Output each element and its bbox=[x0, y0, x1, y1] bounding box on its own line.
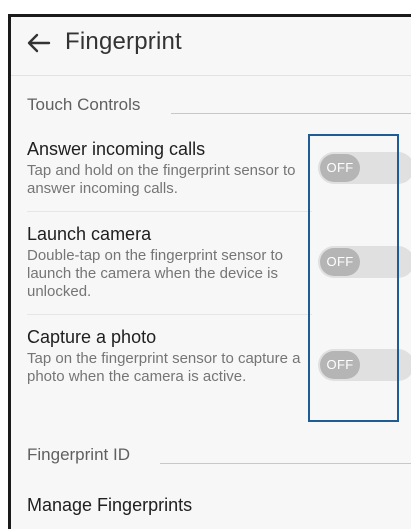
toggle-state-label: OFF bbox=[320, 154, 360, 182]
setting-title: Launch camera bbox=[27, 224, 152, 244]
divider bbox=[27, 211, 312, 212]
section-rule bbox=[171, 113, 411, 114]
setting-launch-camera[interactable]: Launch camera Double-tap on the fingerpr… bbox=[27, 223, 312, 301]
setting-capture-photo[interactable]: Capture a photo Tap on the fingerprint s… bbox=[27, 326, 312, 386]
manage-fingerprints-item[interactable]: Manage Fingerprints bbox=[27, 495, 192, 516]
back-arrow-icon[interactable] bbox=[25, 29, 53, 57]
settings-screen: Fingerprint Touch Controls Answer incomi… bbox=[8, 14, 411, 529]
divider bbox=[27, 314, 312, 315]
toggle-state-label: OFF bbox=[320, 351, 360, 379]
page-title: Fingerprint bbox=[65, 28, 182, 55]
setting-answer-incoming-calls[interactable]: Answer incoming calls Tap and hold on th… bbox=[27, 138, 312, 198]
answer-calls-toggle[interactable]: OFF bbox=[318, 152, 411, 184]
section-header-touch-controls: Touch Controls bbox=[27, 95, 141, 114]
setting-description: Tap on the fingerprint sensor to capture… bbox=[27, 350, 301, 385]
setting-description: Double-tap on the fingerprint sensor to … bbox=[27, 247, 283, 300]
section-header-fingerprint-id: Fingerprint ID bbox=[27, 445, 130, 464]
launch-camera-toggle[interactable]: OFF bbox=[318, 246, 411, 278]
app-bar: Fingerprint bbox=[11, 17, 411, 76]
setting-description: Tap and hold on the fingerprint sensor t… bbox=[27, 162, 296, 197]
setting-title: Answer incoming calls bbox=[27, 139, 206, 159]
capture-photo-toggle[interactable]: OFF bbox=[318, 349, 411, 381]
setting-title: Capture a photo bbox=[27, 327, 157, 347]
toggle-state-label: OFF bbox=[320, 248, 360, 276]
section-rule bbox=[160, 463, 411, 464]
